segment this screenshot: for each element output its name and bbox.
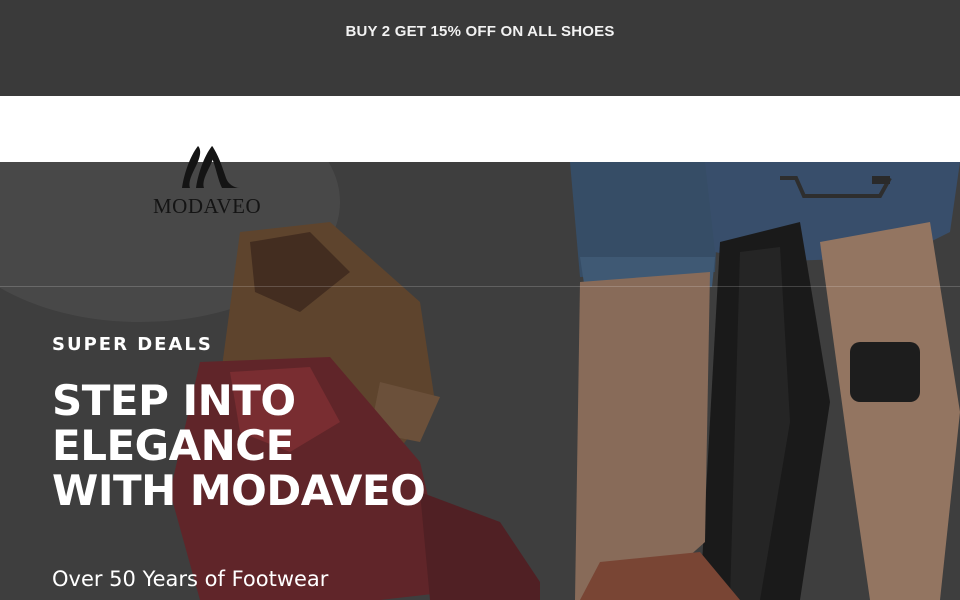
hero-headline-line: WITH MODAVEO bbox=[52, 466, 426, 515]
brand-name: MODAVEO bbox=[153, 194, 262, 218]
hero-headline: STEP INTO ELEGANCE WITH MODAVEO bbox=[52, 376, 426, 515]
header-divider bbox=[0, 286, 960, 287]
header-bar bbox=[0, 96, 960, 162]
hero-subline: Over 50 Years of Footwear bbox=[52, 567, 329, 591]
hero-headline-line: STEP INTO bbox=[52, 376, 296, 425]
brand-logo-mark bbox=[182, 146, 240, 188]
hero-headline-line: ELEGANCE bbox=[52, 421, 294, 470]
announcement-bar: BUY 2 GET 15% OFF ON ALL SHOES bbox=[0, 0, 960, 96]
cart-icon[interactable] bbox=[776, 172, 894, 204]
brand-logo[interactable]: MODAVEO bbox=[150, 140, 280, 222]
hero-eyebrow: SUPER DEALS bbox=[52, 334, 213, 355]
announcement-text: BUY 2 GET 15% OFF ON ALL SHOES bbox=[345, 23, 615, 40]
